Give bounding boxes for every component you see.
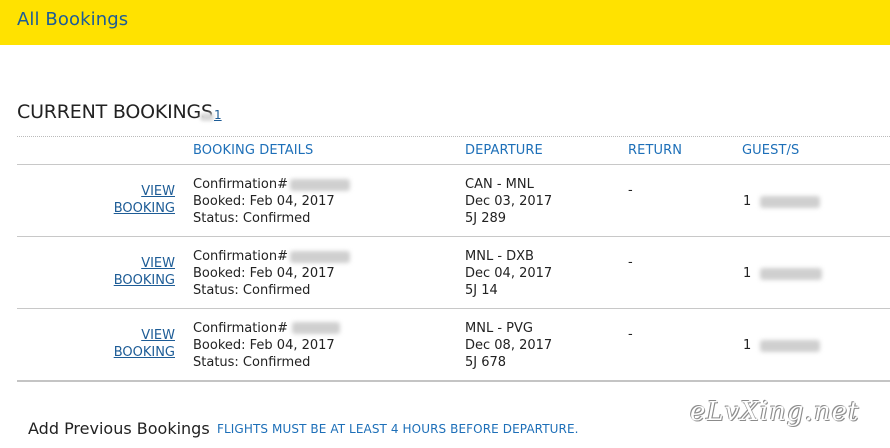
divider <box>17 380 890 382</box>
column-header-guests: GUEST/S <box>742 143 800 158</box>
route: MNL - DXB <box>465 249 534 264</box>
booking-status: Status: Confirmed <box>193 355 311 370</box>
booked-date: Booked: Feb 04, 2017 <box>193 338 335 353</box>
view-booking-line2: BOOKING <box>113 201 175 216</box>
add-previous-bookings-note: FLIGHTS MUST BE AT LEAST 4 HOURS BEFORE … <box>217 422 579 436</box>
watermark-logo: eLvXing.net <box>690 397 860 427</box>
return-value: - <box>628 183 633 198</box>
guest-count: 1 <box>743 266 752 281</box>
departure-info: MNL - DXB Dec 04, 2017 5J 14 <box>465 248 552 299</box>
booking-row: VIEW BOOKING Confirmation# Booked: Feb 0… <box>0 309 890 381</box>
booked-date: Booked: Feb 04, 2017 <box>193 194 335 209</box>
return-value: - <box>628 327 633 342</box>
view-booking-line2: BOOKING <box>113 273 175 288</box>
header-bar: All Bookings <box>0 0 890 45</box>
redacted-guest-name <box>760 268 822 280</box>
view-booking-line1: VIEW <box>141 328 175 343</box>
departure-info: CAN - MNL Dec 03, 2017 5J 289 <box>465 176 552 227</box>
redacted-confirmation <box>290 251 350 263</box>
column-header-departure: DEPARTURE <box>465 143 543 158</box>
booking-status: Status: Confirmed <box>193 283 311 298</box>
view-booking-line1: VIEW <box>141 184 175 199</box>
redacted-guest-name <box>760 196 820 208</box>
booking-row: VIEW BOOKING Confirmation# Booked: Feb 0… <box>0 165 890 237</box>
departure-date: Dec 03, 2017 <box>465 194 553 209</box>
departure-date: Dec 04, 2017 <box>465 266 553 281</box>
view-booking-line2: BOOKING <box>113 345 175 360</box>
view-booking-line1: VIEW <box>141 256 175 271</box>
route: CAN - MNL <box>465 177 534 192</box>
booking-status: Status: Confirmed <box>193 211 311 226</box>
booking-row: VIEW BOOKING Confirmation# Booked: Feb 0… <box>0 237 890 309</box>
departure-date: Dec 08, 2017 <box>465 338 553 353</box>
redacted-guest-name <box>760 340 820 352</box>
booked-date: Booked: Feb 04, 2017 <box>193 266 335 281</box>
flight-number: 5J 289 <box>465 211 507 226</box>
current-bookings-count-link[interactable]: 1 <box>214 108 222 122</box>
route: MNL - PVG <box>465 321 533 336</box>
guest-count: 1 <box>743 338 752 353</box>
page-title: All Bookings <box>17 9 129 30</box>
view-booking-link[interactable]: VIEW BOOKING <box>55 255 175 289</box>
redacted-confirmation <box>290 179 350 191</box>
return-value: - <box>628 255 633 270</box>
view-booking-link[interactable]: VIEW BOOKING <box>55 327 175 361</box>
add-previous-bookings-title: Add Previous Bookings <box>28 419 210 438</box>
flight-number: 5J 678 <box>465 355 507 370</box>
flight-number: 5J 14 <box>465 283 498 298</box>
redacted-mark <box>200 113 214 121</box>
current-bookings-title: CURRENT BOOKINGS <box>17 101 213 123</box>
column-header-return: RETURN <box>628 143 683 158</box>
guest-count: 1 <box>743 194 752 209</box>
redacted-confirmation <box>292 322 340 334</box>
view-booking-link[interactable]: VIEW BOOKING <box>55 183 175 217</box>
departure-info: MNL - PVG Dec 08, 2017 5J 678 <box>465 320 552 371</box>
column-header-booking-details: BOOKING DETAILS <box>193 143 314 158</box>
divider <box>17 136 890 137</box>
